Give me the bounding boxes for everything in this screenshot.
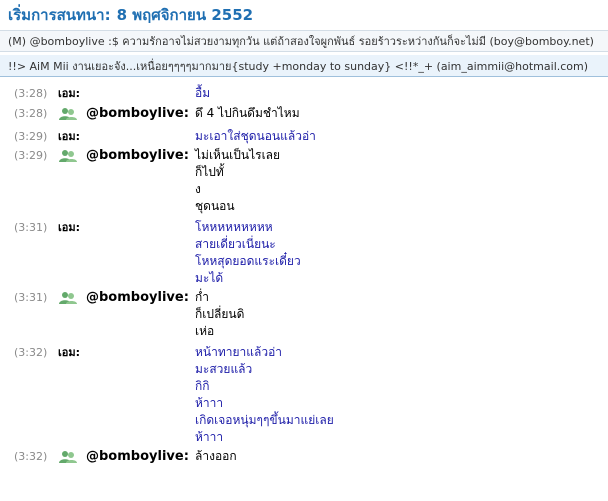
message-body: อื้ม	[195, 85, 210, 102]
message-row: (3:31) เอม: โหหหหหหหหห สายเดี่ยวเนี่ยนะ …	[0, 219, 608, 287]
message-time: (3:28)	[14, 87, 48, 100]
sender-name: เอม:	[58, 130, 81, 143]
message-row: (3:28) @bomboylive: ดึ 4 ไปกินดึมชำไหม	[0, 105, 608, 122]
message-row: (3:29) เอม: มะเอาใส่ชุดนอนแล้วอ่า	[0, 128, 608, 145]
conversation-title: เริ่มการสนทนา:	[8, 6, 111, 24]
conversation-date: 8 พฤศจิกายน 2552	[116, 6, 254, 24]
message-line: มะสวยแล้ว	[195, 362, 253, 376]
message-row: (3:28) เอม: อื้ม	[0, 85, 608, 102]
message-body: ก่ำ ก็เปลี่ยนดิ เห่อ	[195, 289, 244, 340]
message-body: มะเอาใส่ชุดนอนแล้วอ่า	[195, 128, 316, 145]
sender-name: @bomboylive:	[86, 148, 189, 163]
message-time: (3:31)	[14, 291, 48, 304]
message-line: ห้าาา	[195, 430, 224, 444]
message-time: (3:31)	[14, 221, 48, 234]
message-sender: @bomboylive:	[58, 105, 195, 122]
message-line: เห่อ	[195, 324, 215, 338]
message-line: ง	[195, 182, 201, 196]
message-row: (3:32) @bomboylive: ล้างออก	[0, 448, 608, 465]
message-line: สายเดี่ยวเนี่ยนะ	[195, 237, 276, 251]
message-sender: เอม:	[58, 128, 195, 145]
message-time: (3:32)	[14, 346, 48, 359]
message-body: โหหหหหหหหห สายเดี่ยวเนี่ยนะ โหหสุดยอดแระ…	[195, 219, 301, 287]
message-line: ก็ไปทั้	[195, 165, 224, 179]
message-line: มะได้	[195, 271, 224, 285]
conversation-header: เริ่มการสนทนา: 8 พฤศจิกายน 2552	[0, 0, 608, 30]
message-line: ก็เปลี่ยนดิ	[195, 307, 245, 321]
sender-name: @bomboylive:	[86, 106, 189, 121]
message-sender: @bomboylive:	[58, 289, 195, 306]
message-time: (3:32)	[14, 450, 48, 463]
message-row: (3:29) @bomboylive: ไม่เห็นเป็นไรเลย ก็ไ…	[0, 147, 608, 215]
message-line: ดึ 4 ไปกินดึมชำไหม	[195, 106, 300, 120]
participant-row-boy: (M) @bomboylive :$ ความรักอาจไม่สวยงามทุ…	[0, 30, 608, 52]
message-body: ไม่เห็นเป็นไรเลย ก็ไปทั้ ง ชุดนอน	[195, 147, 280, 215]
message-line: ล้างออก	[195, 449, 237, 463]
message-time: (3:29)	[14, 130, 48, 143]
message-line: ก่ำ	[195, 290, 210, 304]
message-sender: @bomboylive:	[58, 448, 195, 465]
buddy-icon	[58, 450, 78, 464]
sender-name: @bomboylive:	[86, 449, 189, 464]
buddy-icon	[58, 107, 78, 121]
message-sender: เอม:	[58, 85, 195, 102]
message-line: ไม่เห็นเป็นไรเลย	[195, 148, 281, 162]
message-time: (3:28)	[14, 107, 48, 120]
message-row: (3:31) @bomboylive: ก่ำ ก็เปลี่ยนดิ เห่อ	[0, 289, 608, 340]
message-line: กิกิ	[195, 379, 210, 393]
buddy-icon	[58, 291, 78, 305]
message-body: ล้างออก	[195, 448, 237, 465]
message-body: ดึ 4 ไปกินดึมชำไหม	[195, 105, 300, 122]
message-line: อื้ม	[195, 86, 211, 100]
message-sender: เอม:	[58, 344, 195, 361]
message-line: ชุดนอน	[195, 199, 235, 213]
participant-row-aim: !!> AiM Mii งานเยอะจัง...เหนื่อยๆๆๆๆมากม…	[0, 55, 608, 77]
message-line: ห้าาา	[195, 396, 224, 410]
sender-name: เอม:	[58, 346, 81, 359]
message-line: หน้าทายาแล้วอ่า	[195, 345, 283, 359]
message-time: (3:29)	[14, 149, 48, 162]
message-line: โหหสุดยอดแระเดี๋ยว	[195, 254, 301, 268]
message-sender: @bomboylive:	[58, 147, 195, 164]
sender-name: เอม:	[58, 221, 81, 234]
message-line: เกิดเจอหนุ่มๆๆขึ้นมาแย่เลย	[195, 413, 334, 427]
message-body: หน้าทายาแล้วอ่า มะสวยแล้ว กิกิ ห้าาา เกิ…	[195, 344, 334, 446]
sender-name: @bomboylive:	[86, 290, 189, 305]
sender-name: เอม:	[58, 87, 81, 100]
buddy-icon	[58, 149, 78, 163]
message-sender: เอม:	[58, 219, 195, 236]
conversation-log: (3:28) เอม: อื้ม (3:28) @bomboylive: ดึ …	[0, 77, 608, 465]
message-row: (3:32) เอม: หน้าทายาแล้วอ่า มะสวยแล้ว กิ…	[0, 344, 608, 446]
message-line: มะเอาใส่ชุดนอนแล้วอ่า	[195, 129, 316, 143]
message-line: โหหหหหหหหห	[195, 220, 273, 234]
